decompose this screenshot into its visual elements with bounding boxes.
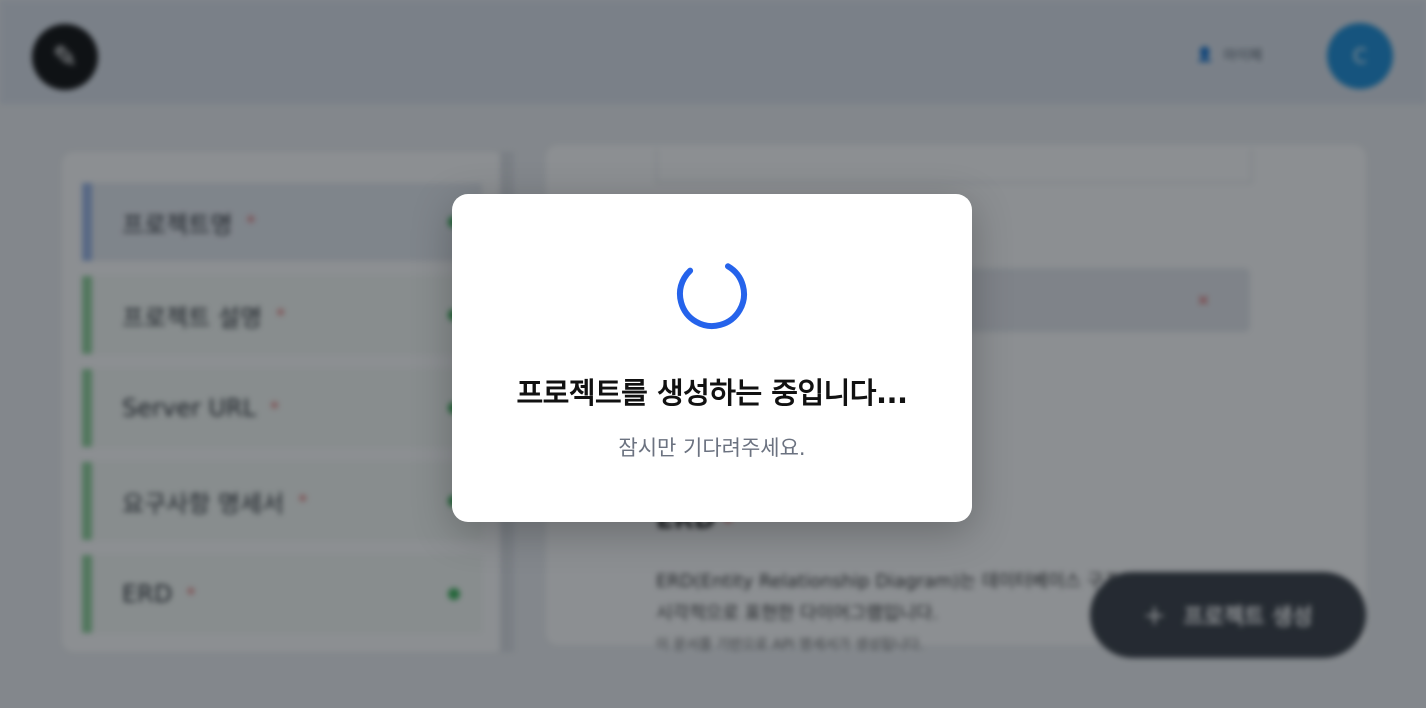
loading-title: 프로젝트를 생성하는 중입니다... [516, 376, 908, 410]
loading-spinner-icon [677, 259, 747, 329]
loading-subtitle: 잠시만 기다려주세요. [618, 436, 806, 460]
loading-modal: 프로젝트를 생성하는 중입니다... 잠시만 기다려주세요. [452, 194, 972, 522]
